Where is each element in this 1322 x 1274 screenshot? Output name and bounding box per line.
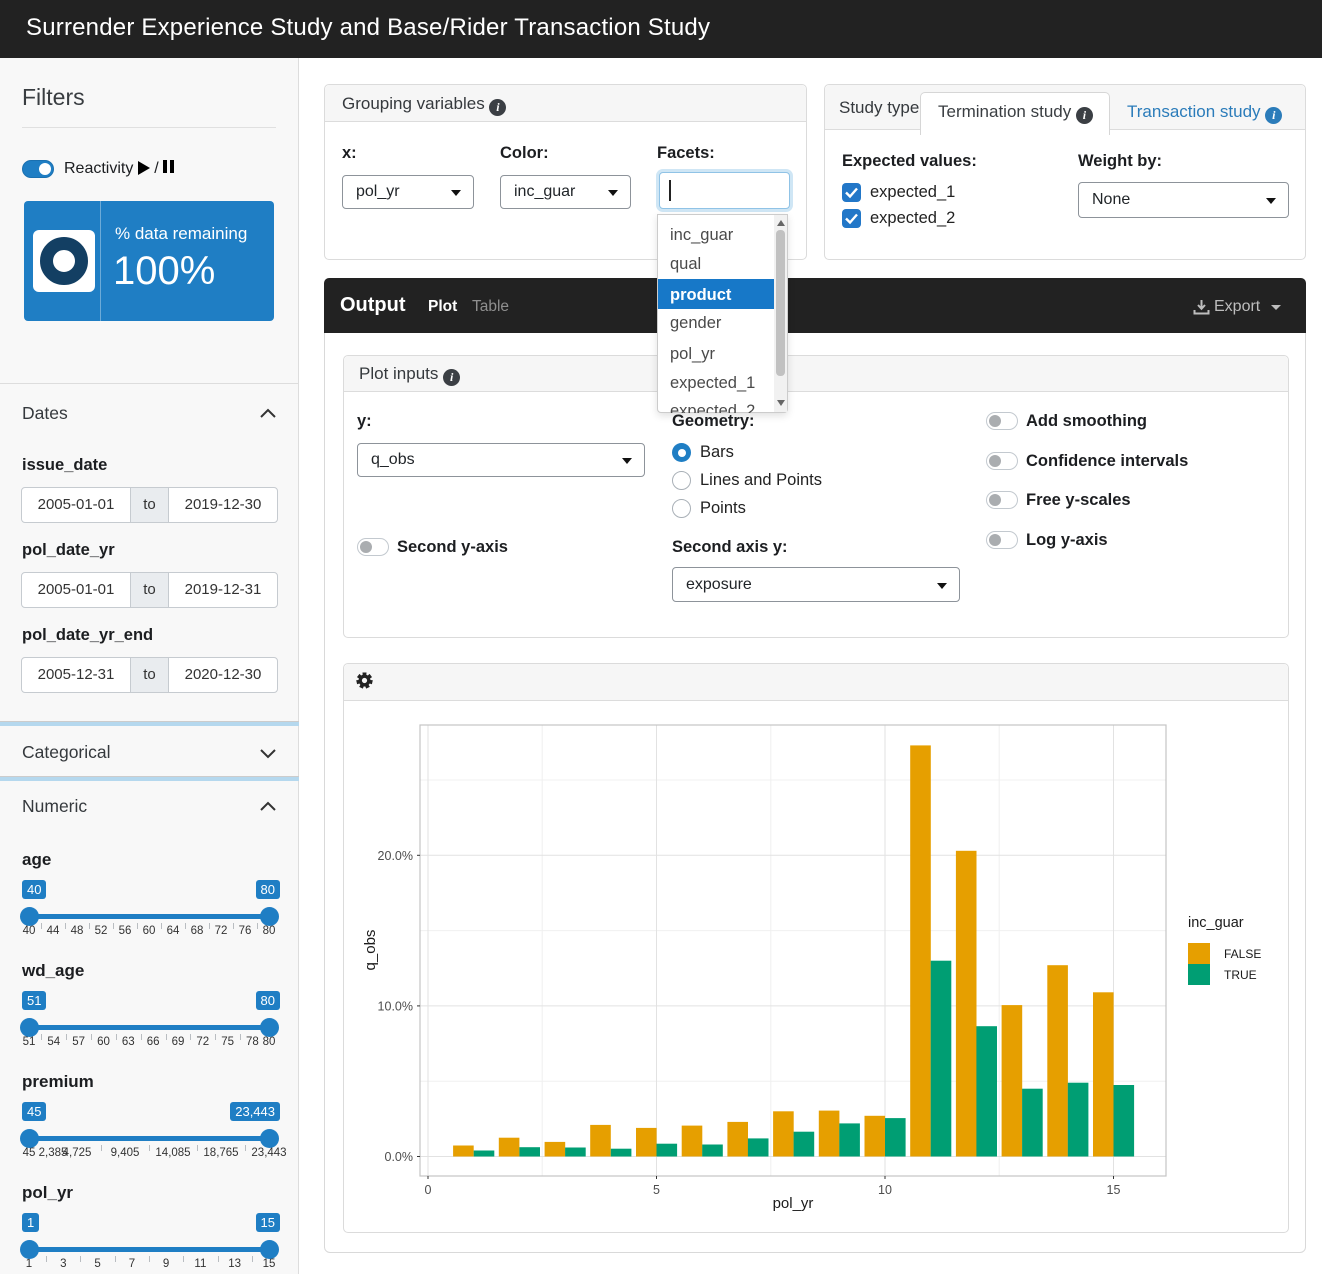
svg-text:10: 10 (878, 1183, 892, 1197)
svg-text:TRUE: TRUE (1224, 968, 1257, 982)
svg-text:0: 0 (425, 1183, 432, 1197)
svg-text:10.0%: 10.0% (378, 999, 413, 1013)
svg-text:0.0%: 0.0% (385, 1150, 414, 1164)
svg-text:5: 5 (653, 1183, 660, 1197)
svg-text:20.0%: 20.0% (378, 849, 413, 863)
svg-text:inc_guar: inc_guar (1188, 915, 1244, 931)
svg-text:15: 15 (1107, 1183, 1121, 1197)
svg-text:q_obs: q_obs (362, 930, 379, 971)
svg-text:pol_yr: pol_yr (773, 1195, 814, 1212)
svg-text:FALSE: FALSE (1224, 947, 1261, 961)
